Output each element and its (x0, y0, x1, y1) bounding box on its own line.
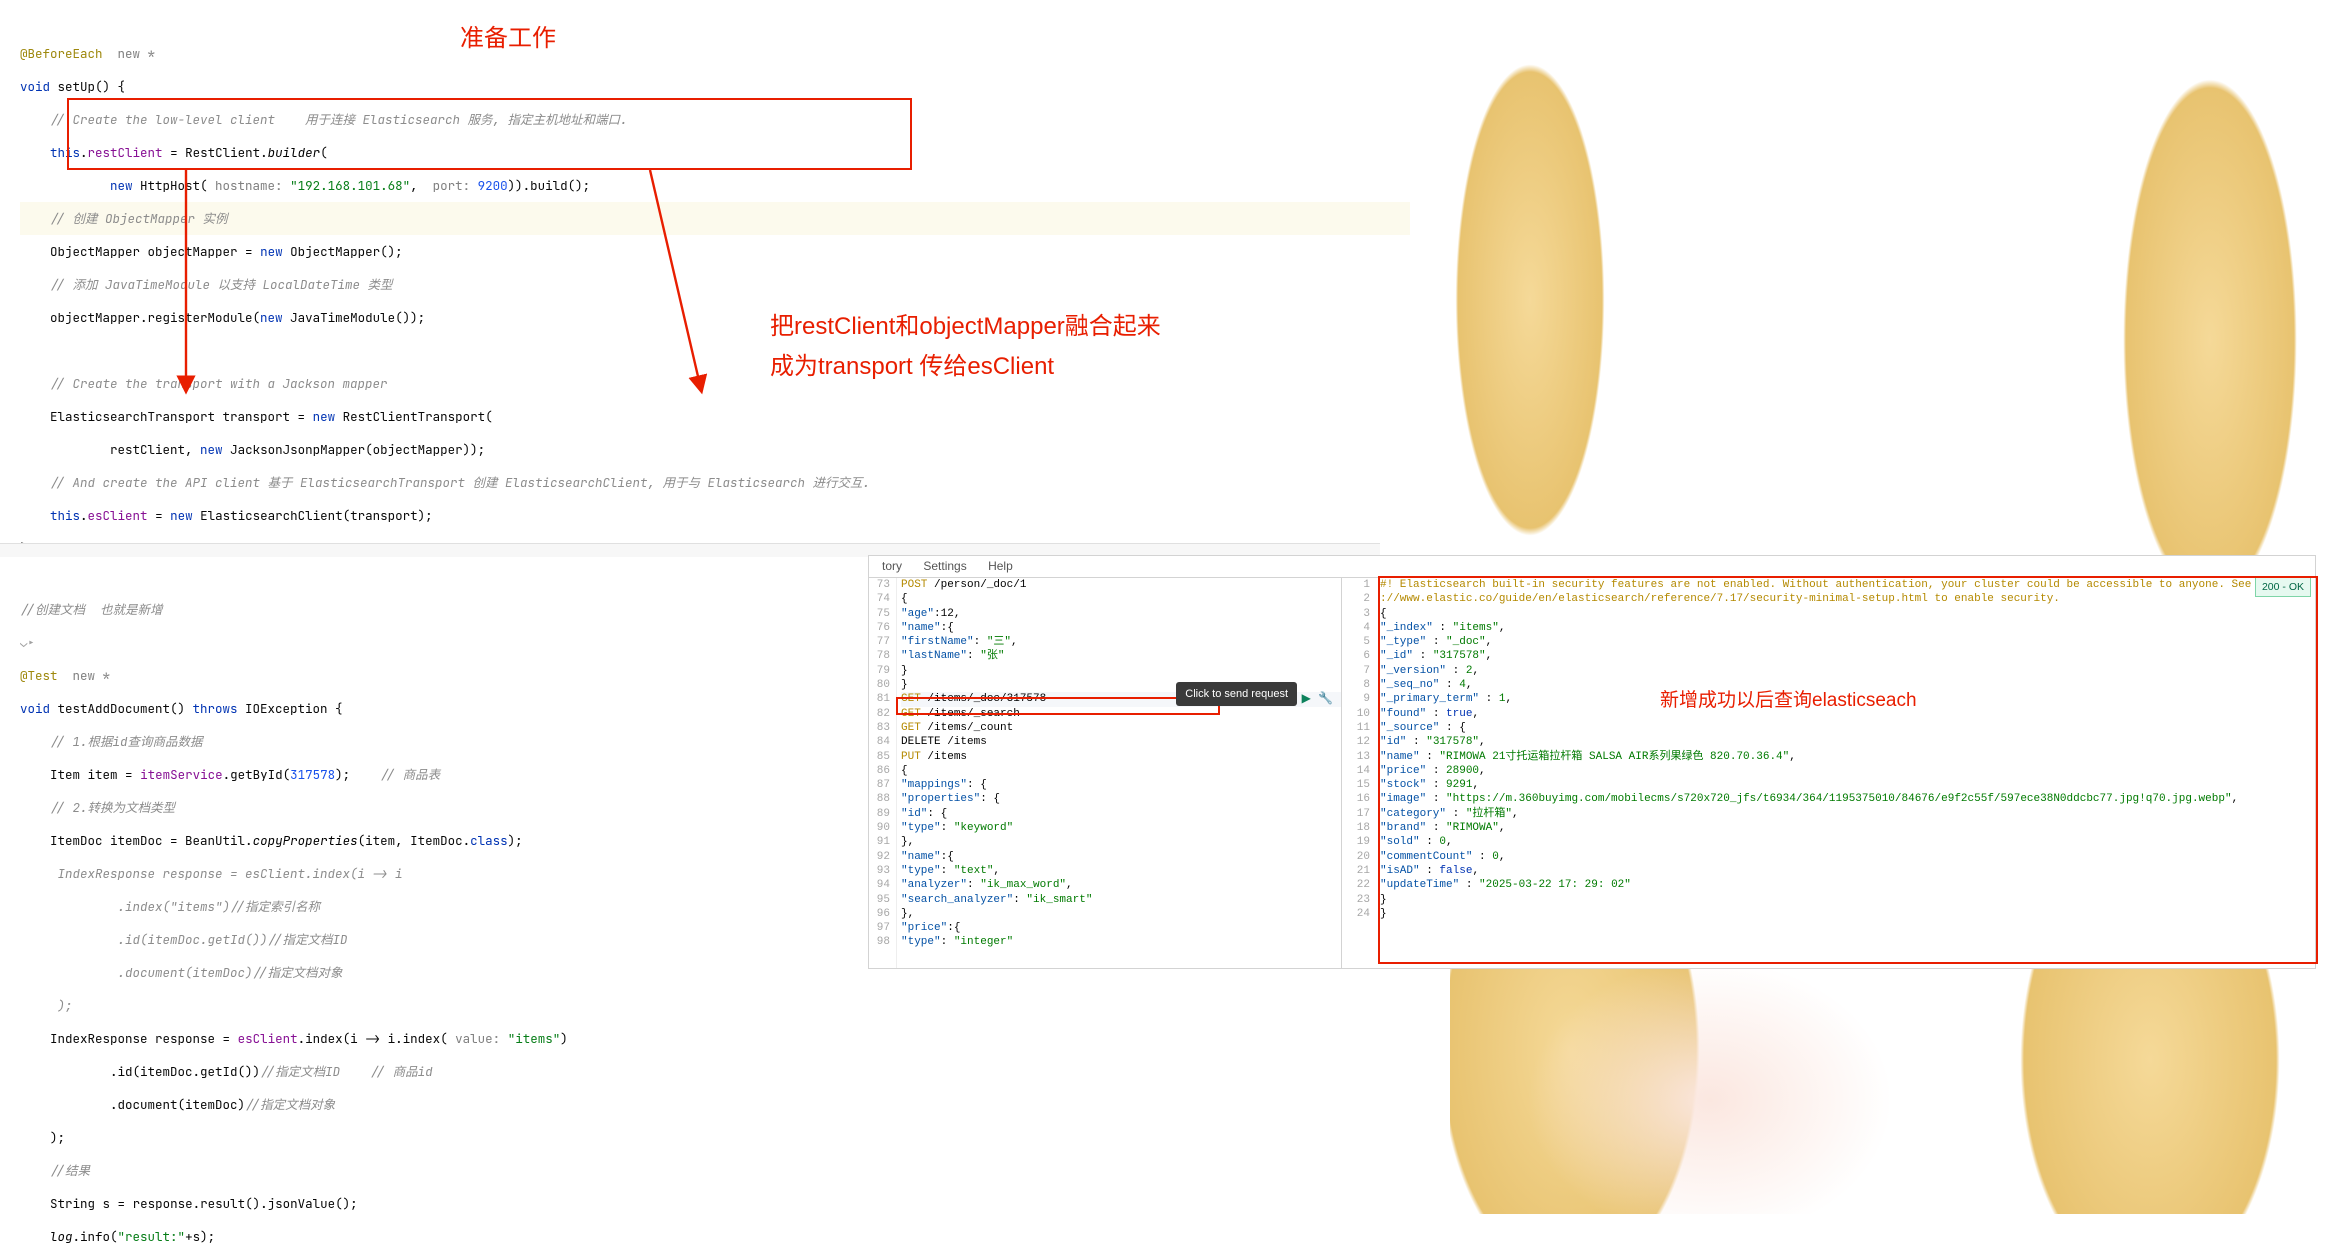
run-tooltip: Click to send request (1176, 682, 1297, 706)
comment: // 2.转换为文档类型 (50, 799, 175, 816)
gutter-icon: ⌄▸ (20, 634, 35, 651)
comment: // Create the transport with a Jackson m… (50, 375, 388, 392)
param-port: port: (433, 177, 471, 194)
comment: // Create the low-level client 用于连接 Elas… (50, 111, 628, 128)
hint-new: new * (73, 667, 111, 684)
annotation-beforeeach: @BeforeEach (20, 45, 103, 62)
request-editor[interactable]: Click to send request POST /person/_doc/… (897, 578, 1342, 968)
ip-string: "192.168.101.68" (290, 177, 410, 194)
response-gutter: 123456789101112131415161718192021222324 (1342, 578, 1376, 968)
port-number: 9200 (478, 177, 508, 194)
kibana-devtools-panel: tory Settings Help 737475767778798081828… (868, 555, 2316, 969)
comment: //创建文档 也就是新增 (20, 601, 163, 618)
param-hostname: hostname: (215, 177, 283, 194)
code-editor-setup[interactable]: @BeforeEach new * void setUp() { // Crea… (20, 4, 1410, 565)
field-restclient: restClient (88, 144, 163, 161)
sig-setup: setUp() { (50, 78, 125, 95)
field-esclient: esClient (88, 507, 148, 524)
comment: // 创建 ObjectMapper 实例 (50, 210, 228, 227)
comment: // 1.根据id查询商品数据 (50, 733, 203, 750)
response-viewer[interactable]: 200 - OK #! Elasticsearch built-in secur… (1376, 578, 2315, 968)
hint-new: new * (118, 45, 156, 62)
kw-void: void (20, 78, 50, 95)
menu-history[interactable]: tory (873, 556, 911, 576)
kw-this: this (50, 144, 80, 161)
comment: //结果 (50, 1162, 90, 1179)
comment-block: IndexResponse response = esClient.index(… (50, 865, 403, 882)
comment: // 添加 JavaTimeModule 以支持 LocalDateTime 类… (50, 276, 393, 293)
menu-settings[interactable]: Settings (914, 556, 975, 576)
menu-help[interactable]: Help (979, 556, 1022, 576)
comment: // And create the API client 基于 Elastics… (50, 474, 870, 491)
request-gutter: 7374757677787980818283848586878889909192… (869, 578, 897, 968)
kibana-menu: tory Settings Help (869, 556, 2315, 578)
run-request-icon[interactable]: ▶ 🔧 (1302, 692, 1333, 706)
annotation-test: @Test (20, 667, 58, 684)
status-badge: 200 - OK (2255, 577, 2311, 597)
